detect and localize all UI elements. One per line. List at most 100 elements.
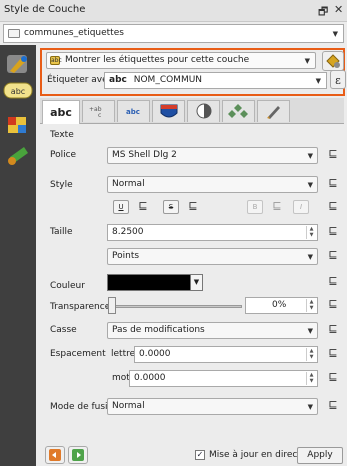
font-combo[interactable]: MS Shell Dlg 2 ▼: [107, 147, 318, 164]
label-field-value: NOM_COMMUN: [133, 75, 203, 85]
unit-combo[interactable]: Points ▼: [107, 248, 318, 265]
transparency-slider-handle[interactable]: [108, 297, 116, 314]
data-defined-icon[interactable]: ⊑: [324, 177, 342, 191]
rendering-tab-icon: [267, 106, 280, 119]
data-defined-icon[interactable]: ⊑: [324, 399, 342, 413]
svg-text:abc: abc: [126, 108, 140, 116]
style-combo[interactable]: Normal ▼: [107, 176, 318, 193]
apply-button[interactable]: Apply: [297, 447, 343, 464]
label-tabs: abc +ab c abc: [40, 98, 344, 125]
word-spacing-value: 0.0000: [134, 373, 166, 383]
show-labels-combo[interactable]: abc Montrer les étiquettes pour cette co…: [46, 52, 316, 69]
data-defined-icon[interactable]: ⊑: [184, 200, 202, 214]
size-value: 8.2500: [112, 227, 144, 237]
spin-arrows-icon[interactable]: ▲ ▼: [306, 372, 316, 385]
sidebar-icons: abc: [3, 55, 33, 165]
data-defined-icon[interactable]: ⊑: [324, 200, 342, 214]
label-mode-icon: abc: [50, 56, 62, 65]
mot-label: mot: [112, 373, 130, 383]
layer-selector[interactable]: communes_etiquettes ▼: [3, 24, 344, 43]
tab-placement[interactable]: [222, 100, 255, 122]
svg-text:ε: ε: [335, 74, 341, 87]
data-defined-icon[interactable]: ⊑: [324, 148, 342, 162]
field-prefix: abc: [109, 75, 127, 85]
title-bar: Style de Couche 🗗 ✕: [0, 0, 347, 22]
data-defined-icon[interactable]: ⊑: [324, 249, 342, 263]
case-combo[interactable]: Pas de modifications ▼: [107, 322, 318, 339]
bold-button[interactable]: B: [247, 200, 263, 214]
abc-labels-icon[interactable]: abc: [3, 82, 33, 99]
police-label: Police: [50, 150, 77, 160]
shadow-tab-icon: [196, 103, 212, 119]
strikeout-button[interactable]: S: [163, 200, 179, 214]
float-icon[interactable]: 🗗: [318, 3, 328, 22]
label-field-combo[interactable]: abc NOM_COMMUN ▼: [104, 72, 327, 89]
chevron-down-icon: ▼: [307, 181, 313, 189]
undo-button[interactable]: [45, 446, 65, 464]
transparence-label: Transparence: [50, 302, 111, 312]
tab-shadow[interactable]: [187, 100, 220, 122]
style-sidebar: abc: [0, 45, 36, 466]
data-defined-icon[interactable]: ⊑: [324, 323, 342, 337]
text-panel: Texte Police MS Shell Dlg 2 ▼ ⊑ Style No…: [40, 124, 344, 442]
diamond-gear-icon: [326, 54, 340, 68]
data-defined-icon[interactable]: ⊑: [324, 371, 342, 385]
tab-buffer[interactable]: abc: [117, 100, 150, 122]
fields-icon[interactable]: [8, 117, 26, 133]
color-button[interactable]: [107, 274, 203, 291]
data-defined-icon[interactable]: ⊑: [324, 275, 342, 289]
chevron-down-icon: ▼: [304, 57, 310, 65]
tab-formatting[interactable]: +ab c: [82, 100, 115, 122]
data-defined-icon[interactable]: ⊑: [134, 200, 152, 214]
color-dropdown-arrow[interactable]: ▼: [190, 274, 203, 291]
placement-tab-icon: [228, 104, 248, 118]
tab-rendering[interactable]: [257, 100, 290, 122]
word-spacing-input[interactable]: 0.0000 ▲ ▼: [129, 370, 318, 387]
letter-spacing-value: 0.0000: [139, 349, 171, 359]
transparency-value: 0%: [272, 300, 287, 310]
letter-spacing-input[interactable]: 0.0000 ▲ ▼: [134, 346, 318, 363]
formatting-tab-icon: +ab c: [89, 106, 102, 119]
data-defined-icon[interactable]: ⊑: [324, 347, 342, 361]
espacement-label: Espacement: [50, 349, 106, 359]
epsilon-icon: ε: [335, 74, 341, 87]
svg-text:c: c: [98, 112, 101, 119]
chevron-down-icon: ▼: [307, 253, 313, 261]
redo-icon: [72, 449, 84, 461]
label-with-text: Étiqueter avec: [47, 75, 113, 85]
show-labels-text: Montrer les étiquettes pour cette couche: [65, 55, 250, 65]
chevron-down-icon: ▼: [307, 403, 313, 411]
transparency-input[interactable]: 0% ▲ ▼: [245, 297, 318, 314]
transparency-slider-track[interactable]: [107, 305, 242, 308]
close-icon[interactable]: ✕: [334, 3, 343, 16]
rule-settings-button[interactable]: [322, 51, 344, 71]
chevron-down-icon: ▼: [307, 327, 313, 335]
blend-mode-combo[interactable]: Normal ▼: [107, 398, 318, 415]
actions-icon[interactable]: [8, 147, 28, 165]
redo-button[interactable]: [68, 446, 88, 464]
spin-arrows-icon[interactable]: ▲ ▼: [306, 348, 316, 361]
spin-arrows-icon[interactable]: ▲ ▼: [306, 226, 316, 239]
chevron-down-icon: ▼: [307, 152, 313, 160]
tab-text-label: abc: [50, 106, 72, 119]
underline-button[interactable]: U: [113, 200, 129, 214]
style-value: Normal: [112, 179, 145, 189]
undo-icon: [49, 449, 61, 461]
data-defined-icon[interactable]: ⊑: [268, 200, 286, 214]
spin-arrows-icon[interactable]: ▲ ▼: [306, 299, 316, 312]
tab-text[interactable]: abc: [42, 100, 80, 125]
lettre-label: lettre: [111, 349, 136, 359]
live-update-checkbox[interactable]: ✓: [195, 450, 205, 460]
couleur-label: Couleur: [50, 281, 85, 291]
chevron-down-icon: ▼: [315, 77, 321, 85]
tab-background[interactable]: [152, 100, 185, 122]
italic-button[interactable]: I: [293, 200, 309, 214]
window-title: Style de Couche: [4, 4, 86, 15]
data-defined-icon[interactable]: ⊑: [324, 298, 342, 312]
blend-mode-value: Normal: [112, 401, 145, 411]
data-defined-icon[interactable]: ⊑: [324, 225, 342, 239]
expression-button[interactable]: ε: [330, 70, 346, 89]
font-value: MS Shell Dlg 2: [112, 150, 177, 160]
size-input[interactable]: 8.2500 ▲ ▼: [107, 224, 318, 241]
labels-brush-icon[interactable]: [7, 55, 27, 73]
